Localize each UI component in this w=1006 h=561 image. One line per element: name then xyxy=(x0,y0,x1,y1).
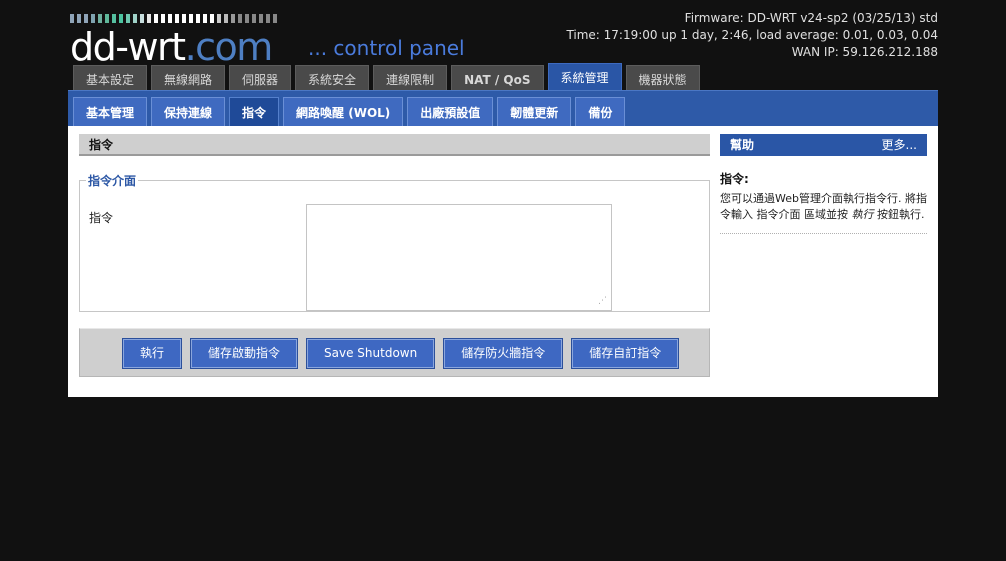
firmware-version: Firmware: DD-WRT v24-sp2 (03/25/13) std xyxy=(684,11,938,25)
wan-ip: WAN IP: 59.126.212.188 xyxy=(791,45,938,59)
help-header: 幫助 更多... xyxy=(720,134,927,156)
tab-nat-qos[interactable]: NAT / QoS xyxy=(451,65,544,91)
help-title: 幫助 xyxy=(730,138,755,152)
sub-tabs: 基本管理 保持連線 指令 網路喚醒 (WOL) 出廠預設值 韌體更新 備份 xyxy=(73,97,626,127)
subtab-backup[interactable]: 備份 xyxy=(575,97,626,127)
tab-status[interactable]: 機器狀態 xyxy=(625,65,700,91)
main-tabs: 基本設定 無線網路 伺服器 系統安全 連線限制 NAT / QoS 系統管理 機… xyxy=(73,63,700,91)
content-panel: 指令 指令介面 指令 ⋰ 執行 儲存啟動指令 Save Shutdown 儲存防… xyxy=(68,126,938,397)
help-text: 您可以通過Web管理介面執行指令行. 將指令輸入 指令介面 區域並按 執行 按鈕… xyxy=(720,191,927,234)
subtab-management[interactable]: 基本管理 xyxy=(73,97,148,127)
tab-security[interactable]: 系統安全 xyxy=(295,65,370,91)
tab-basic-setup[interactable]: 基本設定 xyxy=(73,65,148,91)
fieldset-legend: 指令介面 xyxy=(88,174,137,188)
tab-access-restrictions[interactable]: 連線限制 xyxy=(373,65,448,91)
save-custom-button[interactable]: 儲存自訂指令 xyxy=(572,339,679,368)
resize-grip-icon[interactable]: ⋰ xyxy=(598,297,607,306)
command-shell-fieldset: 指令介面 指令 ⋰ xyxy=(79,172,710,312)
section-title: 指令 xyxy=(79,134,710,156)
uptime-load: Time: 17:19:00 up 1 day, 2:46, load aver… xyxy=(566,28,938,42)
subtab-wol[interactable]: 網路喚醒 (WOL) xyxy=(283,97,404,127)
subtab-commands[interactable]: 指令 xyxy=(229,97,280,127)
button-bar: 執行 儲存啟動指令 Save Shutdown 儲存防火牆指令 儲存自訂指令 xyxy=(79,328,710,377)
command-textarea[interactable] xyxy=(306,204,612,311)
run-button[interactable]: 執行 xyxy=(123,339,182,368)
subtab-keep-alive[interactable]: 保持連線 xyxy=(151,97,226,127)
command-label: 指令 xyxy=(89,211,114,225)
save-shutdown-button[interactable]: Save Shutdown xyxy=(307,339,435,368)
logo-wordmark: dd-wrt.com xyxy=(70,25,273,69)
button-group: 執行 儲存啟動指令 Save Shutdown 儲存防火牆指令 儲存自訂指令 xyxy=(123,339,679,368)
help-panel: 幫助 更多... 指令: 您可以通過Web管理介面執行指令行. 將指令輸入 指令… xyxy=(720,134,927,234)
sub-tabs-bar: 基本管理 保持連線 指令 網路喚醒 (WOL) 出廠預設值 韌體更新 備份 xyxy=(68,90,938,127)
save-startup-button[interactable]: 儲存啟動指令 xyxy=(191,339,298,368)
tab-services[interactable]: 伺服器 xyxy=(229,65,292,91)
subtab-factory-defaults[interactable]: 出廠預設值 xyxy=(407,97,494,127)
help-more-link[interactable]: 更多... xyxy=(882,134,917,156)
tab-wireless[interactable]: 無線網路 xyxy=(151,65,226,91)
logo-tagline: ... control panel xyxy=(308,36,465,60)
help-subtitle: 指令: xyxy=(720,172,749,186)
ddwrt-logo: dd-wrt.com ... control panel xyxy=(70,14,510,68)
subtab-firmware-upgrade[interactable]: 韌體更新 xyxy=(497,97,572,127)
save-firewall-button[interactable]: 儲存防火牆指令 xyxy=(444,339,563,368)
router-info: Firmware: DD-WRT v24-sp2 (03/25/13) std … xyxy=(566,10,938,61)
tab-administration[interactable]: 系統管理 xyxy=(547,63,622,91)
logo-bars xyxy=(70,14,277,23)
commands-section: 指令 指令介面 指令 ⋰ 執行 儲存啟動指令 Save Shutdown 儲存防… xyxy=(79,134,710,377)
